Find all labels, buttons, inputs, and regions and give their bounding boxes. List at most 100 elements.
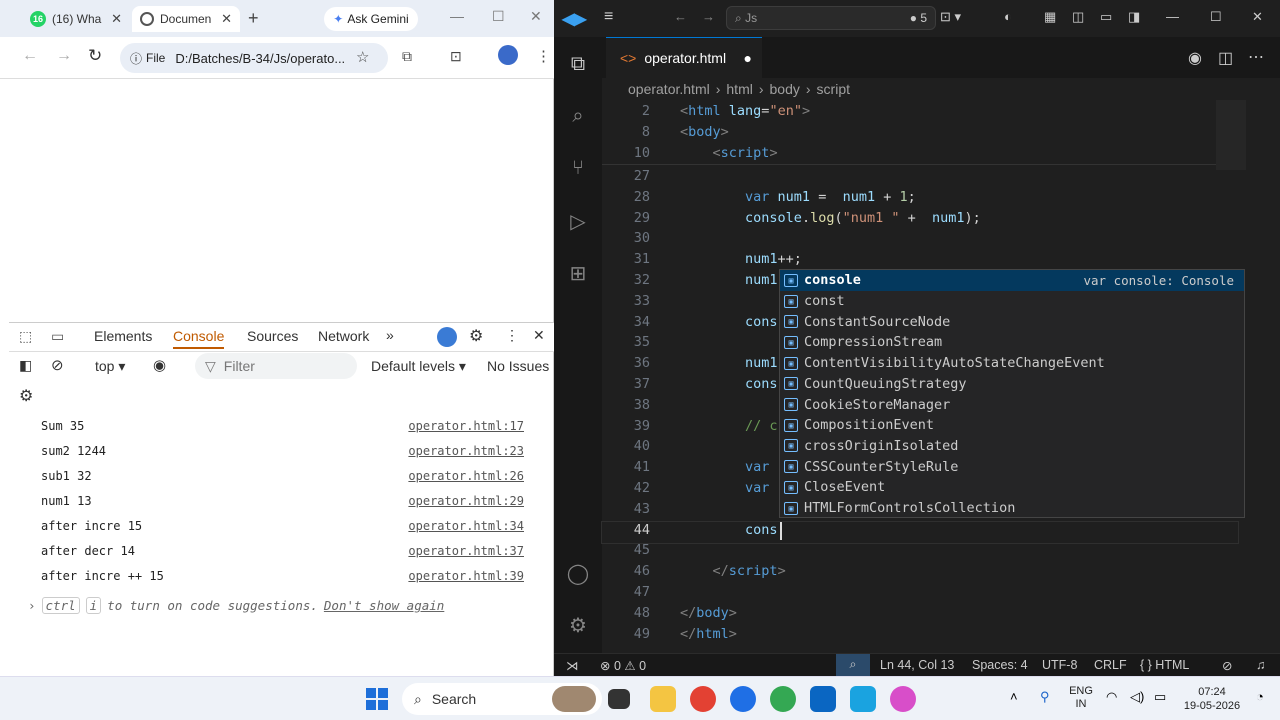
command-center-search[interactable]: ⌕ Js ● 5 <box>726 6 936 30</box>
source-link[interactable]: operator.html:34 <box>408 519 524 533</box>
console-settings-icon[interactable]: ⚙ <box>19 386 33 406</box>
close-icon[interactable]: ✕ <box>103 11 122 27</box>
suggestion-item[interactable]: ▣ CompositionEvent <box>780 415 1244 436</box>
ai-assist-icon[interactable] <box>437 327 457 347</box>
explorer-icon[interactable]: ⧉ <box>566 53 590 77</box>
suggestion-item[interactable]: ▣ CSSCounterStyleRule <box>780 456 1244 477</box>
source-link[interactable]: operator.html:17 <box>408 419 524 433</box>
extensions-icon[interactable]: ⊞ <box>566 261 590 285</box>
breadcrumb-item[interactable]: script <box>817 81 850 97</box>
device-toggle-icon[interactable]: ▭ <box>51 328 64 345</box>
breadcrumb-item[interactable]: html <box>726 81 752 97</box>
close-devtools-icon[interactable]: ✕ <box>533 327 545 344</box>
source-link[interactable]: operator.html:39 <box>408 569 524 583</box>
code-line[interactable]: 27 <box>602 168 1238 189</box>
copilot-icon[interactable]: ◉ <box>1188 48 1202 68</box>
notepad-icon[interactable] <box>850 686 876 712</box>
settings-gear-icon[interactable]: ⚙ <box>469 326 483 346</box>
minimize-button[interactable]: — <box>1166 9 1179 24</box>
notifications-bell-icon[interactable]: ♫ <box>1256 658 1265 672</box>
manage-gear-icon[interactable]: ⚙ <box>566 613 590 637</box>
editor-tab-operator-html[interactable]: <> operator.html ● <box>606 37 762 78</box>
clear-console-icon[interactable]: ⊘ <box>51 356 64 374</box>
maximize-button[interactable]: ☐ <box>492 8 505 25</box>
source-control-icon[interactable]: ⑂ <box>566 157 590 181</box>
filter-input[interactable]: ▽ Filter <box>195 353 357 379</box>
forward-arrow-icon[interactable]: → <box>702 9 715 24</box>
language-mode[interactable]: { } HTML <box>1140 658 1189 672</box>
inspect-icon[interactable]: ⬚ <box>19 328 32 345</box>
zoom-app-icon[interactable] <box>730 686 756 712</box>
zoom-icon[interactable]: ⌕ <box>836 654 870 676</box>
secondary-sidebar-icon[interactable]: ◨ <box>1128 9 1140 25</box>
code-line[interactable]: 47 <box>602 584 1238 605</box>
chrome-profile-icon[interactable] <box>770 686 796 712</box>
source-link[interactable]: operator.html:26 <box>408 469 524 483</box>
code-line[interactable]: 2 <html lang="en"> <box>602 103 1238 124</box>
notification-center-icon[interactable]: ◔ <box>1256 689 1264 704</box>
new-tab-button[interactable]: + <box>248 8 259 29</box>
code-line[interactable]: 46 </script> <box>602 563 1238 584</box>
tab-network[interactable]: Network <box>318 328 369 344</box>
maximize-button[interactable]: ☐ <box>1210 9 1222 25</box>
close-window-button[interactable]: ✕ <box>530 8 542 25</box>
copilot-app-icon[interactable] <box>890 686 916 712</box>
tab-console[interactable]: Console <box>173 328 225 349</box>
ask-gemini-button[interactable]: ✦ Ask Gemini <box>324 7 418 31</box>
panel-layout-icon[interactable]: ▭ <box>1100 9 1112 25</box>
back-icon[interactable]: ← <box>22 47 38 65</box>
suggestion-item[interactable]: ▣ ConstantSourceNode <box>780 311 1244 332</box>
network-status-icon[interactable]: ⚲ <box>1040 689 1050 705</box>
remote-icon[interactable]: ⋊ <box>566 658 579 673</box>
encoding[interactable]: UTF-8 <box>1042 658 1077 672</box>
suggestion-item[interactable]: ▣ ContentVisibilityAutoStateChangeEvent <box>780 353 1244 374</box>
bookmark-star-icon[interactable]: ☆ <box>356 48 369 66</box>
extensions-icon[interactable]: ⧉ <box>402 48 412 65</box>
context-select[interactable]: top ▾ <box>95 358 125 375</box>
code-line[interactable]: 30 <box>602 230 1238 251</box>
breadcrumb-item[interactable]: body <box>770 81 800 97</box>
indentation[interactable]: Spaces: 4 <box>972 658 1028 672</box>
close-icon[interactable]: ✕ <box>213 11 232 27</box>
profile-avatar[interactable] <box>498 45 518 65</box>
menu-icon[interactable]: ⋮ <box>536 47 551 65</box>
eye-icon[interactable]: ◉ <box>153 356 166 374</box>
minimap[interactable] <box>1216 100 1246 170</box>
suggestion-item[interactable]: ▣ CountQueuingStrategy <box>780 374 1244 395</box>
code-line[interactable]: 44 cons <box>601 520 1239 544</box>
tab-sources[interactable]: Sources <box>247 328 298 344</box>
code-line[interactable]: 29 console.log("num1 " + num1); <box>602 210 1238 231</box>
cast-icon[interactable]: ⊡ <box>450 48 462 65</box>
suggestion-item[interactable]: ▣ console var console: Console <box>780 270 1244 291</box>
source-link[interactable]: operator.html:37 <box>408 544 524 558</box>
more-actions-icon[interactable]: ⋯ <box>1248 47 1264 67</box>
suggestion-item[interactable]: ▣ CookieStoreManager <box>780 394 1244 415</box>
hamburger-menu-icon[interactable]: ≡ <box>604 8 613 26</box>
start-windows-icon[interactable] <box>366 688 388 710</box>
layout-icon[interactable]: ▦ <box>1044 9 1056 25</box>
accounts-icon[interactable]: ◐ <box>1004 9 1012 24</box>
code-line[interactable]: 45 <box>602 542 1238 563</box>
search-icon[interactable]: ⌕ <box>566 105 590 129</box>
forward-icon[interactable]: → <box>56 47 72 65</box>
code-line[interactable]: 10 <script> <box>602 145 1238 166</box>
battery-icon[interactable]: ▭ <box>1154 689 1166 705</box>
clock[interactable]: 07:24 19-05-2026 <box>1180 685 1244 713</box>
cursor-position[interactable]: Ln 44, Col 13 <box>880 658 954 672</box>
kebab-menu-icon[interactable]: ⋮ <box>505 327 519 344</box>
suggestion-item[interactable]: ▣ CloseEvent <box>780 477 1244 498</box>
split-editor-icon[interactable]: ◫ <box>1218 48 1233 68</box>
minimize-button[interactable]: — <box>450 8 464 24</box>
reload-icon[interactable]: ↻ <box>88 46 102 66</box>
sidebar-toggle-icon[interactable]: ◧ <box>19 357 32 374</box>
suggest-widget[interactable]: ▣ console var console: Console ▣ const ▣ Const… <box>779 269 1245 518</box>
dont-show-again-link[interactable]: Don't show again <box>324 598 444 613</box>
chrome-icon[interactable] <box>690 686 716 712</box>
more-tabs-icon[interactable]: » <box>386 327 394 343</box>
code-line[interactable]: 49 </html> <box>602 626 1238 647</box>
copilot-status-icon[interactable]: ⊘ <box>1222 658 1232 673</box>
source-link[interactable]: operator.html:23 <box>408 444 524 458</box>
account-icon[interactable]: ◯ <box>566 561 590 585</box>
site-info-chip[interactable]: ⓘ File <box>130 50 165 67</box>
breadcrumb-item[interactable]: operator.html <box>628 81 710 97</box>
